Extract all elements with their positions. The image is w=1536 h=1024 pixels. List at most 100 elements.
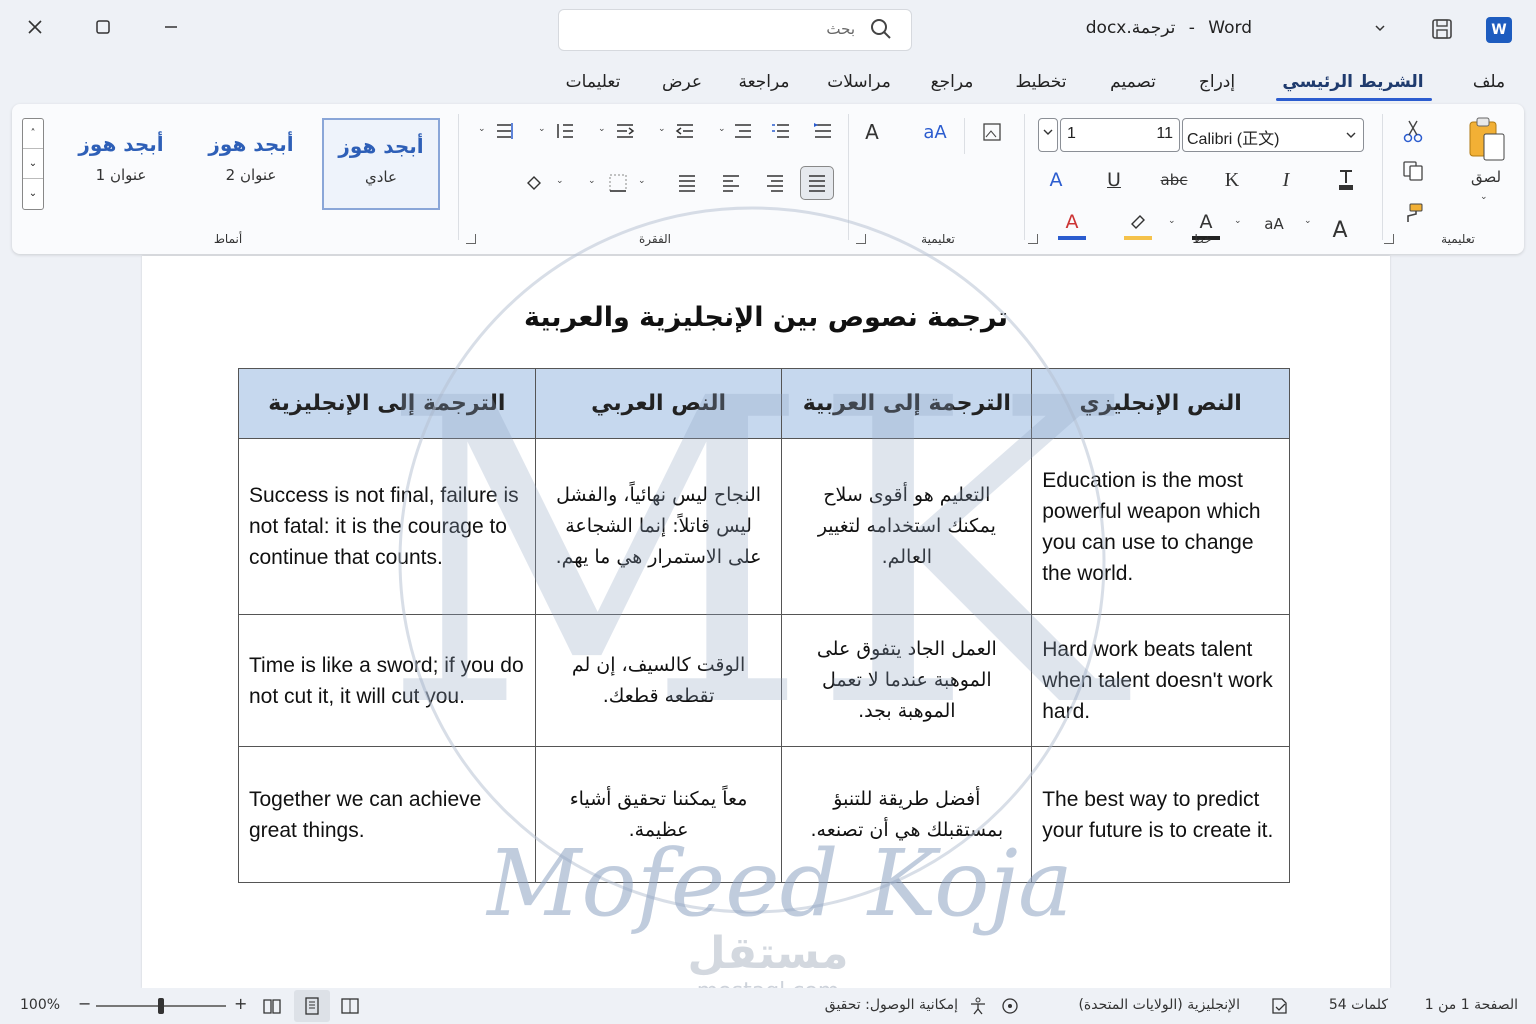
zoom-level[interactable]: 100% xyxy=(20,997,60,1013)
bold-button[interactable]: K xyxy=(1218,166,1246,194)
tab-references[interactable]: مراجع xyxy=(931,72,974,92)
align-center-button[interactable] xyxy=(760,168,790,198)
display-launcher-icon[interactable] xyxy=(856,234,866,244)
show-marks-button[interactable] xyxy=(492,118,518,144)
focus-icon[interactable] xyxy=(1000,996,1020,1016)
paragraph-group-label: الفقرة xyxy=(638,232,672,246)
close-window-button[interactable] xyxy=(20,12,50,42)
table-cell[interactable]: Hard work beats talent when talent doesn… xyxy=(1031,614,1290,747)
align-left-button[interactable] xyxy=(716,168,746,198)
change-case-button[interactable]: aA xyxy=(1260,210,1288,238)
scroll-down-icon[interactable]: ⌄ xyxy=(23,149,43,179)
borders-dropdown-icon[interactable]: ⌄ xyxy=(638,176,646,186)
proofing-icon[interactable] xyxy=(1270,996,1290,1016)
change-case-dropdown-icon[interactable]: ⌄ xyxy=(1304,216,1312,226)
print-layout-icon[interactable] xyxy=(302,996,322,1016)
align-right-button[interactable] xyxy=(800,166,834,200)
language-indicator[interactable]: الإنجليزية (الولايات المتحدة) xyxy=(1078,997,1240,1013)
tab-layout[interactable]: تخطيط xyxy=(1016,72,1067,92)
bullets-button[interactable] xyxy=(810,118,836,144)
table-cell[interactable]: Success is not final, failure is not fat… xyxy=(238,438,536,615)
distribute-button[interactable] xyxy=(672,168,702,198)
cut-button[interactable] xyxy=(1398,116,1428,146)
font-size-dropdown[interactable] xyxy=(1038,118,1058,152)
underline-button[interactable]: U xyxy=(1100,166,1128,194)
highlight-button[interactable] xyxy=(1124,208,1152,240)
copy-button[interactable] xyxy=(1398,156,1428,186)
save-icon[interactable] xyxy=(1430,17,1454,41)
borders-button[interactable] xyxy=(604,168,632,198)
table-cell[interactable]: أفضل طريقة للتنبؤ بمستقبلك هي أن تصنعه. xyxy=(781,746,1033,883)
table-cell[interactable]: العمل الجاد يتفوق على الموهبة عندما لا ت… xyxy=(781,614,1033,747)
tab-home[interactable]: الشريط الرئيسي xyxy=(1282,72,1423,92)
table-cell[interactable]: Education is the most powerful weapon wh… xyxy=(1031,438,1290,615)
italic-button[interactable]: I xyxy=(1272,166,1300,194)
clipboard-launcher-icon[interactable] xyxy=(1384,234,1394,244)
text-direction-button[interactable]: aA xyxy=(920,118,950,146)
read-mode-icon[interactable] xyxy=(262,996,282,1016)
sort-button[interactable] xyxy=(552,118,578,144)
list-dropdown-icon[interactable]: ⌄ xyxy=(718,124,726,134)
scroll-up-icon[interactable]: ˄ xyxy=(23,119,43,149)
tab-design[interactable]: تصميم xyxy=(1110,72,1156,92)
tab-mailings[interactable]: مراسلات xyxy=(827,72,891,92)
style-set-button[interactable]: A xyxy=(858,118,886,146)
accessibility-status[interactable]: إمكانية الوصول: تحقيق xyxy=(825,997,958,1013)
grow-font-button[interactable]: A xyxy=(1326,216,1354,244)
table-cell[interactable]: The best way to predict your future is t… xyxy=(1031,746,1290,883)
paste-dropdown-icon[interactable]: ⌄ xyxy=(1480,192,1488,202)
paste-button[interactable] xyxy=(1458,114,1514,164)
zoom-out-button[interactable]: − xyxy=(78,994,91,1013)
tab-file[interactable]: ملف xyxy=(1473,72,1505,92)
shading-button[interactable] xyxy=(520,168,548,198)
zoom-in-button[interactable]: + xyxy=(234,994,247,1013)
text-color-button[interactable]: A xyxy=(1058,208,1086,240)
word-count[interactable]: كلمات 54 xyxy=(1329,997,1388,1013)
minimize-window-button[interactable] xyxy=(156,12,186,42)
strikethrough-button[interactable]: abc xyxy=(1160,166,1188,194)
style-heading-1[interactable]: أبجد هوز عنوان 1 xyxy=(62,118,180,210)
paragraph-launcher-icon[interactable] xyxy=(466,234,476,244)
tab-insert[interactable]: إدراج xyxy=(1199,72,1235,92)
multilevel-list-button[interactable] xyxy=(730,118,756,144)
search-input[interactable]: بحث xyxy=(558,9,912,51)
picture-button[interactable] xyxy=(978,118,1006,146)
table-cell[interactable]: Together we can achieve great things. xyxy=(238,746,536,883)
document-page[interactable]: ترجمة نصوص بين الإنجليزية والعربية الترج… xyxy=(142,256,1390,988)
marks-dropdown-icon[interactable]: ⌄ xyxy=(478,124,486,134)
web-layout-icon[interactable] xyxy=(340,996,360,1016)
spacing-dropdown-icon[interactable]: ⌄ xyxy=(598,124,606,134)
numbering-button[interactable] xyxy=(768,118,794,144)
font-launcher-icon[interactable] xyxy=(1028,234,1038,244)
styles-scroller[interactable]: ˄ ⌄ ⌄ xyxy=(22,118,44,210)
font-color-dropdown-icon[interactable]: ⌄ xyxy=(1234,216,1242,226)
tab-help[interactable]: تعليمات xyxy=(566,72,621,92)
sort-dropdown-icon[interactable]: ⌄ xyxy=(538,124,546,134)
decrease-indent-button[interactable] xyxy=(672,118,698,144)
shading-color-dropdown-icon[interactable]: ⌄ xyxy=(556,176,564,186)
indent-dropdown-icon[interactable]: ⌄ xyxy=(658,124,666,134)
table-cell[interactable]: الوقت كالسيف، إن لم تقطعه قطعك. xyxy=(534,614,783,747)
font-name-select[interactable]: Calibri (正文) xyxy=(1182,118,1364,152)
highlight-dropdown-icon[interactable]: ⌄ xyxy=(1168,216,1176,226)
accessibility-icon[interactable] xyxy=(968,996,988,1016)
shading-dropdown-icon[interactable]: ⌄ xyxy=(588,176,596,186)
text-effects-button[interactable]: A xyxy=(1042,166,1070,194)
table-cell[interactable]: النجاح ليس نهائياً، والفشل ليس قاتلاً: إ… xyxy=(534,438,783,615)
table-cell[interactable]: التعليم هو أقوى سلاح يمكنك استخدامه لتغي… xyxy=(781,438,1033,615)
style-heading-2[interactable]: أبجد هوز عنوان 2 xyxy=(192,118,310,210)
font-size-select[interactable]: 1 11 xyxy=(1060,118,1180,152)
zoom-slider-thumb[interactable] xyxy=(158,998,164,1014)
increase-indent-button[interactable] xyxy=(612,118,638,144)
tab-view[interactable]: عرض xyxy=(662,72,702,92)
table-cell[interactable]: Time is like a sword; if you do not cut … xyxy=(238,614,536,747)
style-normal[interactable]: أبجد هوز عادي xyxy=(322,118,440,210)
page-count[interactable]: الصفحة 1 من 1 xyxy=(1425,997,1518,1013)
clear-format-button[interactable] xyxy=(1332,166,1360,194)
chevron-down-icon[interactable] xyxy=(1372,20,1388,36)
maximize-window-button[interactable] xyxy=(88,12,118,42)
styles-expand-icon[interactable]: ⌄ xyxy=(23,179,43,209)
tab-review[interactable]: مراجعة xyxy=(738,72,789,92)
format-painter-button[interactable] xyxy=(1398,198,1428,228)
table-cell[interactable]: معاً يمكننا تحقيق أشياء عظيمة. xyxy=(534,746,783,883)
